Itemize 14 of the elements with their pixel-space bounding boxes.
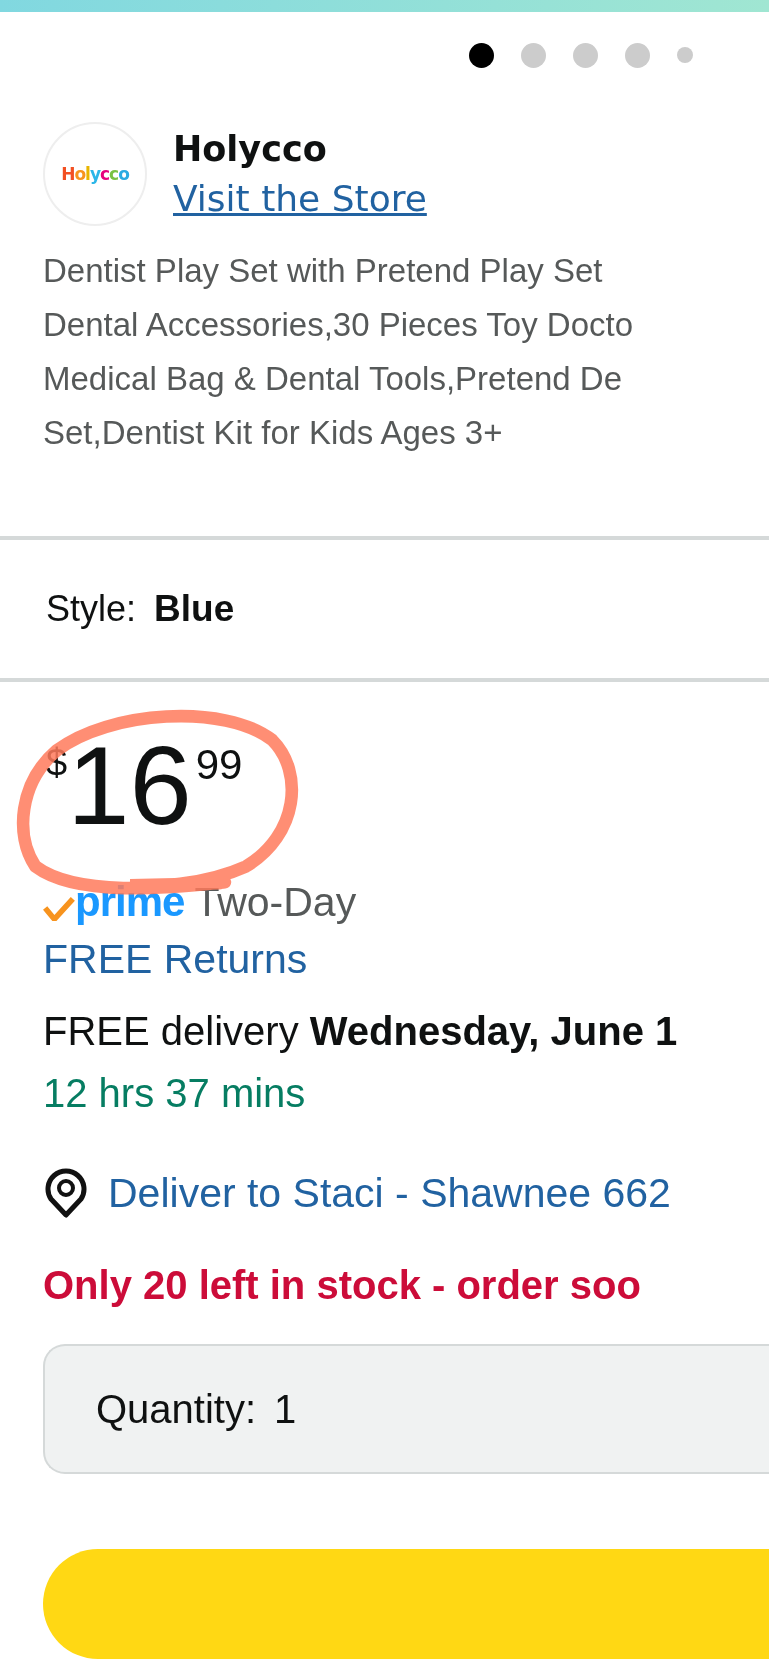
stock-warning: Only 20 left in stock - order soo [42,1263,642,1308]
product-title: Dentist Play Set with Pretend Play Set Dental Accessories,30 Pieces Toy Docto Medical Bag & Dental Tools,Pretend De Set,Dentist Kit for Kids Ages 3+ [43,251,635,453]
returns-link[interactable]: FREE Returns [0,929,769,989]
style-value: Blue [154,588,235,630]
visit-store-link[interactable]: Visit the Store [173,174,427,224]
deliver-to-link[interactable]: Deliver to Staci - Shawnee 662 [108,1169,671,1217]
brand-name: Holycco [173,128,328,171]
delivery-date: FREE delivery Wednesday, June 1 [42,1008,679,1055]
prime-logo: prime [75,881,185,923]
delivery-countdown: 12 hrs 37 mins [42,1070,307,1117]
style-label: Style: [46,588,137,630]
quantity-dropdown[interactable]: Quantity: 1 [43,1344,769,1474]
store-logo[interactable]: Holycco [43,122,147,226]
delivery-speed: Two-Day [194,878,357,926]
